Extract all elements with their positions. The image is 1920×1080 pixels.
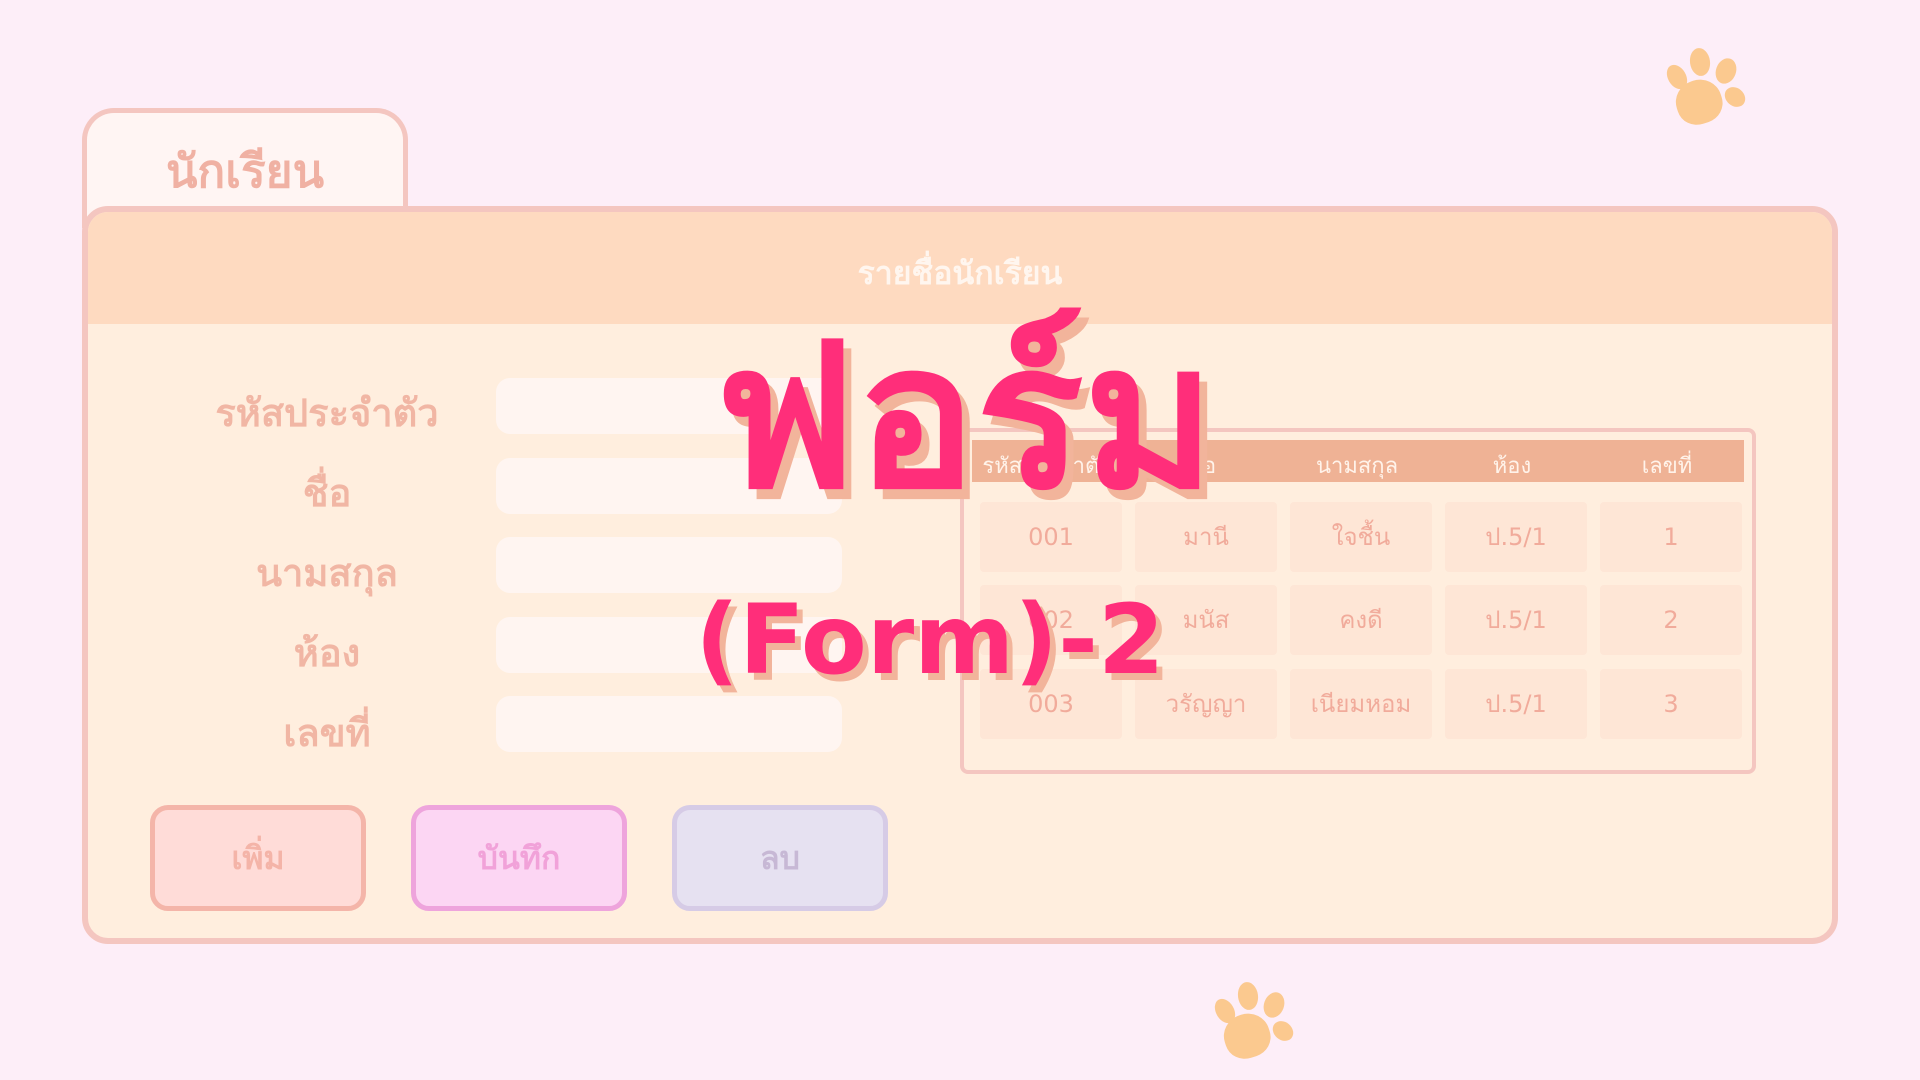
tab-label: นักเรียน — [165, 144, 325, 198]
save-button[interactable]: บันทึก — [411, 805, 627, 911]
paw-icon — [1202, 978, 1302, 1068]
table-cell: ใจชื้น — [1290, 502, 1432, 572]
field-label-room: ห้อง — [293, 631, 361, 675]
paw-icon — [1654, 44, 1754, 134]
add-button[interactable]: เพิ่ม — [150, 805, 366, 911]
table-cell: ป.5/1 — [1445, 502, 1587, 572]
field-label-number: เลขที่ — [283, 711, 371, 755]
window-title: รายชื่อนักเรียน — [857, 254, 1063, 292]
overlay-title: ฟอร์ม — [714, 301, 1216, 534]
table-cell: เนียมหอม — [1290, 669, 1432, 739]
table-cell: 2 — [1600, 585, 1742, 655]
overlay-subtitle: (Form)-2 — [695, 584, 1165, 696]
table-cell: 1 — [1600, 502, 1742, 572]
table-cell: คงดี — [1290, 585, 1432, 655]
column-header: นามสกุล — [1315, 454, 1399, 479]
table-cell: 3 — [1600, 669, 1742, 739]
column-header: ห้อง — [1492, 454, 1532, 479]
number-input[interactable] — [496, 696, 842, 752]
slide-page: นักเรียน รายชื่อนักเรียน รหัสประจำตัว ชื… — [0, 0, 1920, 1080]
table-cell: ป.5/1 — [1445, 669, 1587, 739]
field-label-firstname: ชื่อ — [302, 471, 352, 515]
field-label-lastname: นามสกุล — [256, 551, 398, 595]
column-header: เลขที่ — [1641, 454, 1693, 479]
table-cell: ป.5/1 — [1445, 585, 1587, 655]
field-label-id: รหัสประจำตัว — [215, 391, 439, 435]
delete-button[interactable]: ลบ — [672, 805, 888, 911]
